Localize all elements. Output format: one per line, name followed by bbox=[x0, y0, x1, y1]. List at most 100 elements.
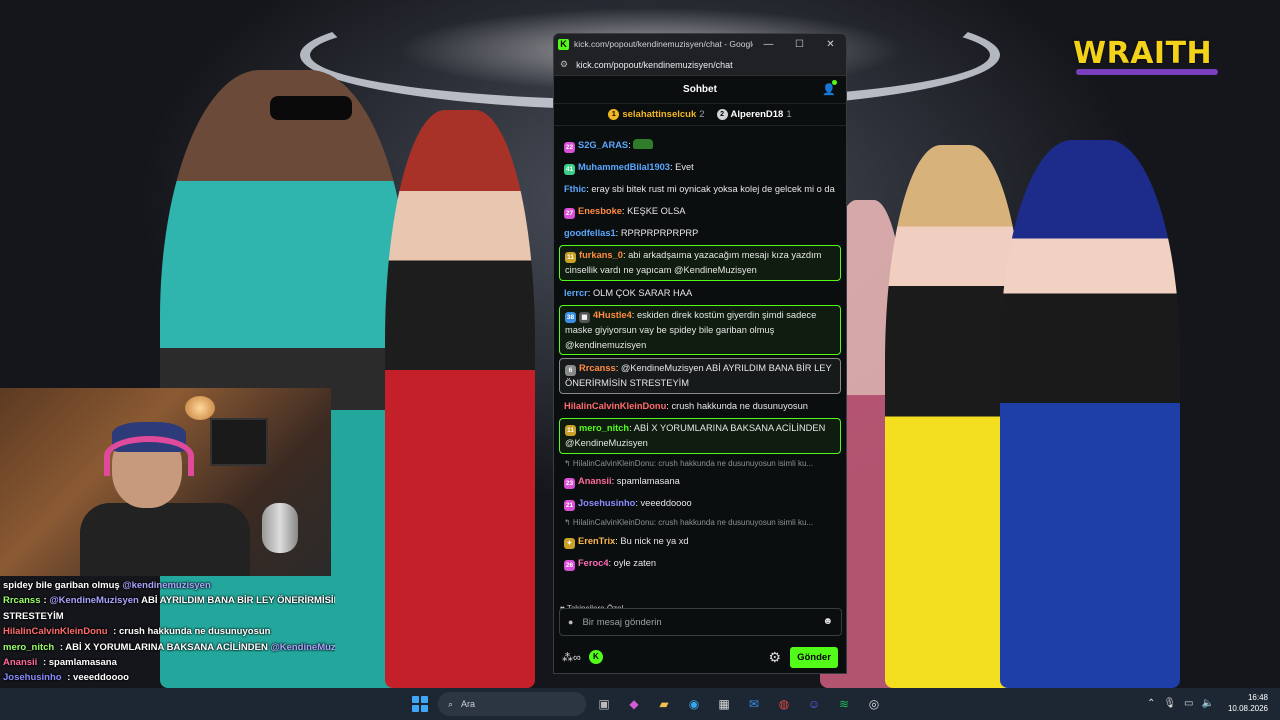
subscriber-badge[interactable]: 21 bbox=[564, 500, 575, 511]
chat-text: oyle zaten bbox=[613, 557, 657, 568]
background-figure bbox=[385, 110, 535, 688]
task-view-icon[interactable]: ▣ bbox=[592, 692, 616, 716]
edge-icon[interactable]: ◉ bbox=[682, 692, 706, 716]
chat-username[interactable]: Josehusinho bbox=[578, 498, 635, 508]
chat-message: Fthic: eray sbi bitek rust mi oynicak yo… bbox=[564, 184, 835, 194]
message-field[interactable]: ● ☻ bbox=[559, 608, 842, 636]
chat-username[interactable]: mero_nitch bbox=[579, 423, 629, 433]
reply-preview[interactable]: ↰ HilalinCalvinKleinDonu: crush hakkunda… bbox=[559, 457, 841, 472]
chat-username[interactable]: Anansii bbox=[578, 476, 612, 486]
leaderboard-count: 1 bbox=[786, 109, 792, 120]
overlay-chat-line: HilalinCalvinKleinDonu : crush hakkunda … bbox=[0, 624, 335, 639]
taskbar: ⌕ Ara ▣ ◆ ▰ ◉ ▦ ✉ ◍ ☺ ≋ ◎ ⌃ 🎙 ▭ 🔈 16:48 … bbox=[0, 688, 1280, 720]
store-icon[interactable]: ▦ bbox=[712, 692, 736, 716]
chat-message: HilalinCalvinKleinDonu: crush hakkunda n… bbox=[564, 400, 808, 411]
windows-start-icon[interactable] bbox=[408, 692, 432, 716]
lamp bbox=[185, 396, 215, 420]
chat-text: RPRPRPRPRPRP bbox=[620, 227, 699, 238]
chat-message: 23 Anansii: spamlamasana bbox=[564, 476, 680, 489]
overlay-chat-line: mero_nitch : ABİ X YORUMLARINA BAKSANA A… bbox=[0, 640, 335, 655]
subscriber-badge[interactable]: ▦ bbox=[579, 312, 590, 323]
chat-username[interactable]: MuhammedBilal1903 bbox=[578, 162, 670, 172]
chat-username[interactable]: furkans_0 bbox=[579, 250, 623, 260]
tv bbox=[210, 418, 268, 466]
spotify-icon[interactable]: ≋ bbox=[832, 692, 856, 716]
chat-popup-window: K kick.com/popout/kendinemuzisyen/chat -… bbox=[553, 33, 847, 674]
chat-username[interactable]: Fthic bbox=[564, 184, 586, 194]
search-label: Ara bbox=[461, 699, 476, 709]
gear-icon[interactable]: ⚙ bbox=[768, 649, 781, 666]
overlay-text: ABİ AYRILDIM BANA BİR LEY ÖNERİRMİSİN bbox=[138, 595, 335, 607]
chat-username[interactable]: Enesboke bbox=[578, 206, 622, 216]
chat-username[interactable]: Feroc4 bbox=[578, 558, 609, 568]
obs-icon[interactable]: ◎ bbox=[862, 692, 886, 716]
clock[interactable]: 16:48 10.08.2026 bbox=[1228, 692, 1268, 714]
subscriber-badge[interactable]: 26 bbox=[564, 559, 575, 571]
chat-username[interactable]: HilalinCalvinKleinDonu bbox=[564, 401, 666, 411]
subscriber-badge[interactable]: ✦ bbox=[564, 537, 575, 549]
copilot-icon[interactable]: ◆ bbox=[622, 692, 646, 716]
headphones bbox=[104, 436, 194, 476]
chat-mode-icon[interactable]: ● bbox=[568, 617, 573, 627]
overlay-text: STRESTEYİM bbox=[3, 610, 64, 622]
subscriber-badge[interactable]: 38 bbox=[565, 312, 576, 323]
maximize-button[interactable]: ☐ bbox=[784, 34, 815, 54]
leaderboard-entry[interactable]: 2 AlperenD18 1 bbox=[716, 109, 792, 120]
chat-text: eray sbi bitek rust mi oynicak yoksa kol… bbox=[591, 184, 835, 194]
discord-icon[interactable]: ☺ bbox=[802, 692, 826, 716]
chat-username[interactable]: lerrcr bbox=[564, 288, 588, 298]
subscriber-badge[interactable]: 11 bbox=[565, 425, 576, 436]
mic-icon[interactable]: 🎙 bbox=[1163, 698, 1176, 709]
leaderboard-name: AlperenD18 bbox=[730, 109, 784, 120]
overlay-username: HilalinCalvinKleinDonu bbox=[3, 626, 108, 638]
chrome-icon[interactable]: ◍ bbox=[772, 692, 796, 716]
background-figure bbox=[1000, 140, 1180, 688]
chat-username[interactable]: S2G_ARAS bbox=[578, 140, 628, 150]
points-icon[interactable]: ⁂∞ bbox=[562, 651, 581, 664]
leaderboard-name: selahattinselcuk bbox=[622, 109, 697, 120]
chat-username[interactable]: goodfellas1 bbox=[564, 228, 616, 238]
subscriber-badge[interactable]: 41 bbox=[564, 164, 575, 175]
title-bar: K kick.com/popout/kendinemuzisyen/chat -… bbox=[554, 34, 846, 54]
chat-username[interactable]: 4Hustle4 bbox=[593, 310, 632, 320]
chat-text: spamlamasana bbox=[616, 476, 680, 486]
subscriber-badge[interactable]: 23 bbox=[564, 478, 575, 489]
users-icon[interactable]: 👤 bbox=[822, 83, 836, 97]
file-explorer-icon[interactable]: ▰ bbox=[652, 692, 676, 716]
mail-icon[interactable]: ✉ bbox=[742, 692, 766, 716]
kick-icon[interactable]: K bbox=[588, 650, 603, 664]
subscriber-badge[interactable]: 6 bbox=[565, 365, 576, 376]
streamer-body bbox=[80, 503, 250, 576]
leaderboard-entry[interactable]: 1 selahattinselcuk 2 bbox=[608, 109, 705, 120]
minimize-button[interactable]: — bbox=[753, 34, 784, 54]
chat-message: 26 Feroc4: oyle zaten bbox=[564, 557, 657, 571]
volume-icon[interactable]: 🔈 bbox=[1202, 698, 1214, 709]
chat-message: 6 Rrcanss: @KendineMuzisyen ABİ AYRILDIM … bbox=[559, 358, 841, 394]
chat-username[interactable]: Rrcanss bbox=[579, 363, 616, 373]
message-input[interactable] bbox=[582, 616, 803, 628]
chat-title: Sohbet bbox=[683, 84, 717, 95]
chat-username[interactable]: ErenTrix bbox=[578, 536, 615, 546]
taskbar-search[interactable]: ⌕ Ara bbox=[438, 692, 586, 716]
site-info-icon[interactable]: ⚙ bbox=[560, 59, 568, 70]
kick-favicon-icon: K bbox=[558, 38, 569, 50]
subscriber-badge[interactable]: 11 bbox=[565, 252, 576, 263]
chat-footer: ⁂∞ K ⚙ Gönder bbox=[554, 642, 846, 672]
subscriber-badge[interactable]: 22 bbox=[564, 142, 575, 153]
chat-text: veeeddoooo bbox=[640, 498, 692, 508]
overlay-username: Rrcanss bbox=[3, 595, 41, 607]
emoji-icon[interactable]: ☻ bbox=[822, 616, 833, 627]
chevron-up-icon[interactable]: ⌃ bbox=[1147, 698, 1155, 709]
display-icon[interactable]: ▭ bbox=[1184, 698, 1193, 709]
emote bbox=[633, 139, 654, 149]
send-button[interactable]: Gönder bbox=[790, 646, 838, 668]
close-button[interactable]: ✕ bbox=[815, 34, 846, 54]
overlay-chat-line: Anansii : spamlamasana bbox=[0, 655, 335, 670]
address-bar[interactable]: ⚙ kick.com/popout/kendinemuzisyen/chat bbox=[554, 54, 846, 76]
subscriber-badge[interactable]: 27 bbox=[564, 207, 575, 219]
reply-preview[interactable]: ↰ HilalinCalvinKleinDonu: crush hakkunda… bbox=[559, 516, 841, 531]
chat-text: crush hakkunda ne dusunuyosun bbox=[671, 400, 808, 411]
chat-messages: 22 S2G_ARAS: 41 MuhammedBilal1903: Evet Fth… bbox=[554, 134, 846, 594]
chat-text: Bu nick ne ya xd bbox=[620, 535, 689, 546]
overlay-username: Anansii bbox=[3, 656, 38, 668]
